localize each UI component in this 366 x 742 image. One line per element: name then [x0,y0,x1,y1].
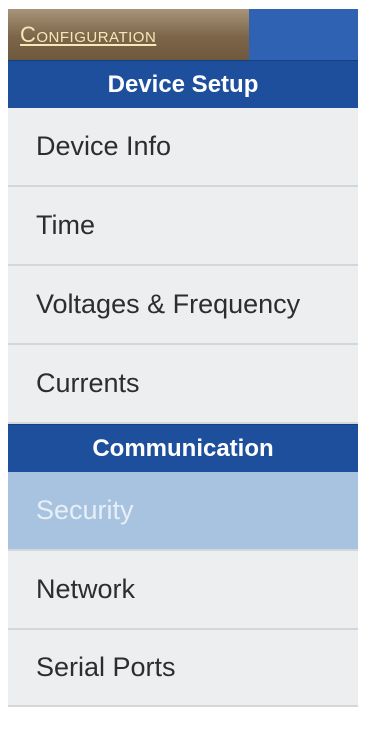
menu-item-currents[interactable]: Currents [8,345,358,424]
configuration-tab-label[interactable]: Configuration [20,22,156,48]
menu-item-label: Voltages & Frequency [36,289,301,319]
menu-item-label: Serial Ports [36,652,176,682]
configuration-tab[interactable]: Configuration [8,9,249,60]
menu-item-label: Time [36,210,95,240]
section-header-communication: Communication [8,424,358,472]
menu-item-label: Network [36,574,136,604]
menu-item-network[interactable]: Network [8,551,358,630]
menu-item-time[interactable]: Time [8,187,358,266]
menu-item-device-info[interactable]: Device Info [8,108,358,187]
menu-item-voltages-frequency[interactable]: Voltages & Frequency [8,266,358,345]
menu-item-label: Security [36,495,134,525]
configuration-header-row: Configuration [8,9,358,60]
header-fill-bar [249,9,358,60]
section-header-device-setup: Device Setup [8,60,358,108]
configuration-menu-panel: Configuration Device Setup Device Info T… [8,9,358,742]
menu-item-serial-ports[interactable]: Serial Ports [8,630,358,707]
menu-item-label: Device Info [36,131,172,161]
menu-item-security[interactable]: Security [8,472,358,551]
menu-item-label: Currents [36,368,140,398]
